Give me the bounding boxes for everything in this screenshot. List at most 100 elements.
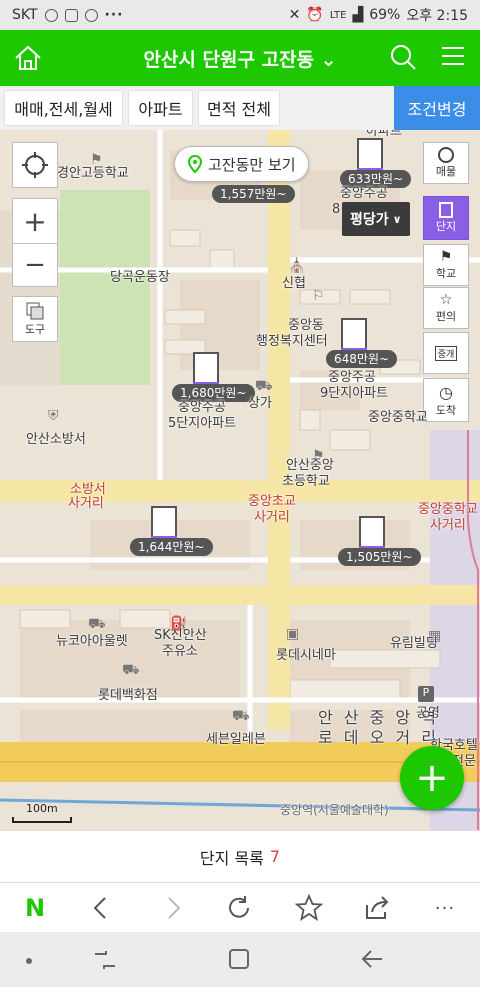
chevron-down-icon: ∨ bbox=[392, 212, 402, 226]
map-label: 안 산 중 앙 역 bbox=[318, 708, 439, 727]
map-label: 로 데 오 거 리 bbox=[318, 728, 439, 747]
map-label: 중앙역(서울예술대학) bbox=[280, 803, 389, 817]
map-label: SK신안산 bbox=[154, 628, 207, 643]
locate-button[interactable] bbox=[12, 142, 58, 188]
price-type-label: 평당가 bbox=[350, 212, 389, 228]
map-label: 행정복지센터 bbox=[256, 334, 328, 349]
price-tag[interactable]: 1,644만원~ bbox=[130, 538, 213, 556]
tools-button[interactable]: 도구 bbox=[12, 296, 58, 342]
apartment-marker[interactable] bbox=[352, 516, 392, 551]
school-filter-button[interactable]: ⚑ 학교 bbox=[423, 244, 469, 286]
listing-filter-button[interactable]: 매물 bbox=[423, 142, 469, 184]
map-label: 중앙주공 bbox=[178, 400, 226, 415]
trade-type-chip[interactable]: 매매,전세,월세 bbox=[4, 90, 123, 126]
map-scale: 100m bbox=[12, 802, 72, 823]
cinema-icon: ▣ bbox=[286, 626, 300, 642]
time-label: 오후 2:15 bbox=[406, 8, 468, 24]
search-icon[interactable] bbox=[388, 42, 418, 72]
complex-filter-button[interactable]: 단지 bbox=[423, 196, 469, 240]
map-label: 중앙중학교 bbox=[418, 502, 478, 517]
map-label: 롯데시네마 bbox=[276, 648, 336, 663]
apartment-marker[interactable] bbox=[144, 506, 184, 541]
price-tag[interactable]: 648만원~ bbox=[326, 350, 398, 368]
layers-icon bbox=[26, 302, 44, 320]
building-icon bbox=[359, 516, 385, 551]
bookmark-star-icon[interactable] bbox=[294, 893, 324, 923]
price-tag[interactable]: 1,557만원~ bbox=[212, 185, 295, 203]
dot-icon[interactable] bbox=[24, 956, 34, 966]
back-nav-icon[interactable] bbox=[360, 948, 384, 970]
notification-icon bbox=[44, 8, 58, 22]
shopping-icon: ⛟ bbox=[88, 616, 106, 632]
listing-label: 매물 bbox=[435, 165, 457, 178]
map-label: 당곡운동장 bbox=[110, 270, 170, 285]
map-label: 신협 bbox=[282, 276, 306, 291]
forward-icon[interactable] bbox=[158, 893, 188, 923]
store-icon: ⛟ bbox=[232, 708, 250, 724]
home-nav-icon[interactable] bbox=[228, 948, 250, 970]
browser-toolbar: N ··· bbox=[0, 882, 480, 932]
apartment-marker[interactable] bbox=[186, 352, 226, 387]
zoom-out-button[interactable]: − bbox=[12, 243, 58, 287]
map-label: 중앙주공 bbox=[328, 370, 376, 385]
fire-station-icon: ⛨ bbox=[48, 408, 59, 424]
broker-icon: 중개 bbox=[434, 345, 458, 361]
school-icon: ⚑ bbox=[439, 249, 453, 265]
apartment-marker[interactable] bbox=[350, 138, 390, 173]
menu-icon[interactable] bbox=[440, 43, 466, 69]
complex-list-bar[interactable]: 단지 목록 7 bbox=[0, 830, 480, 882]
map-label: 9단지아파트 bbox=[320, 386, 389, 401]
naver-logo-icon[interactable]: N bbox=[20, 893, 50, 923]
complex-list-label: 단지 목록 bbox=[199, 848, 264, 868]
map-label: 중앙주공 bbox=[340, 186, 388, 201]
arrival-filter-button[interactable]: ◷ 도착 bbox=[423, 378, 469, 422]
map-view[interactable]: + − 도구 고잔동만 보기 평당가 ∨ 매물 단지 ⚑ 학교 ☆ 편의 중개 bbox=[0, 130, 480, 830]
listing-icon bbox=[438, 147, 454, 163]
crosshair-icon bbox=[22, 152, 48, 178]
map-label: 사거리 bbox=[68, 496, 104, 511]
store-icon: ⛟ bbox=[122, 662, 140, 678]
system-navigation-bar bbox=[0, 932, 480, 987]
broker-filter-button[interactable]: 중개 bbox=[423, 332, 469, 374]
property-type-chip[interactable]: 아파트 bbox=[128, 90, 193, 126]
map-label: 유림빌딩 bbox=[390, 636, 438, 651]
map-label: 5단지아파트 bbox=[168, 416, 237, 431]
scale-label: 100m bbox=[26, 802, 58, 815]
gallery-icon bbox=[64, 8, 78, 22]
more-notifications-icon: ··· bbox=[104, 7, 124, 23]
apartment-marker[interactable] bbox=[334, 318, 374, 353]
share-icon[interactable] bbox=[362, 893, 392, 923]
star-icon: ☆ bbox=[439, 292, 453, 308]
area-only-label: 고잔동만 보기 bbox=[208, 155, 296, 174]
complex-label: 단지 bbox=[435, 220, 457, 233]
refresh-icon[interactable] bbox=[224, 893, 254, 923]
building-icon bbox=[439, 202, 453, 218]
map-label: 경안고등학교 bbox=[57, 166, 129, 181]
bank-icon: ⛪ bbox=[288, 258, 306, 274]
convenience-filter-button[interactable]: ☆ 편의 bbox=[423, 287, 469, 329]
parking-icon: P bbox=[418, 686, 434, 702]
map-label: 안산중앙 bbox=[286, 458, 334, 473]
area-chip[interactable]: 면적 전체 bbox=[198, 90, 280, 126]
change-conditions-button[interactable]: 조건변경 bbox=[394, 86, 480, 130]
scale-bar bbox=[12, 817, 72, 823]
app-header: 안산시 단원구 고잔동 ⌄ bbox=[0, 30, 480, 86]
map-label: 중앙중학교 bbox=[368, 410, 428, 425]
map-label: 중앙동 bbox=[288, 318, 324, 333]
complex-count: 7 bbox=[269, 847, 281, 866]
area-only-toggle[interactable]: 고잔동만 보기 bbox=[174, 146, 309, 182]
map-label: 사거리 bbox=[430, 518, 466, 533]
price-tag[interactable]: 1,505만원~ bbox=[338, 548, 421, 566]
map-label: 사거리 bbox=[254, 510, 290, 525]
lte-label: LTE bbox=[329, 9, 347, 21]
location-pin-icon bbox=[187, 155, 203, 173]
back-icon[interactable] bbox=[86, 893, 116, 923]
zoom-in-button[interactable]: + bbox=[12, 198, 58, 244]
tools-label: 도구 bbox=[24, 323, 46, 336]
add-button[interactable]: + bbox=[400, 746, 464, 810]
talk-icon bbox=[84, 8, 98, 22]
more-icon[interactable]: ··· bbox=[430, 893, 460, 923]
recents-icon[interactable] bbox=[92, 948, 118, 972]
clock-icon: ◷ bbox=[439, 382, 453, 402]
price-type-dropdown[interactable]: 평당가 ∨ bbox=[342, 202, 410, 236]
